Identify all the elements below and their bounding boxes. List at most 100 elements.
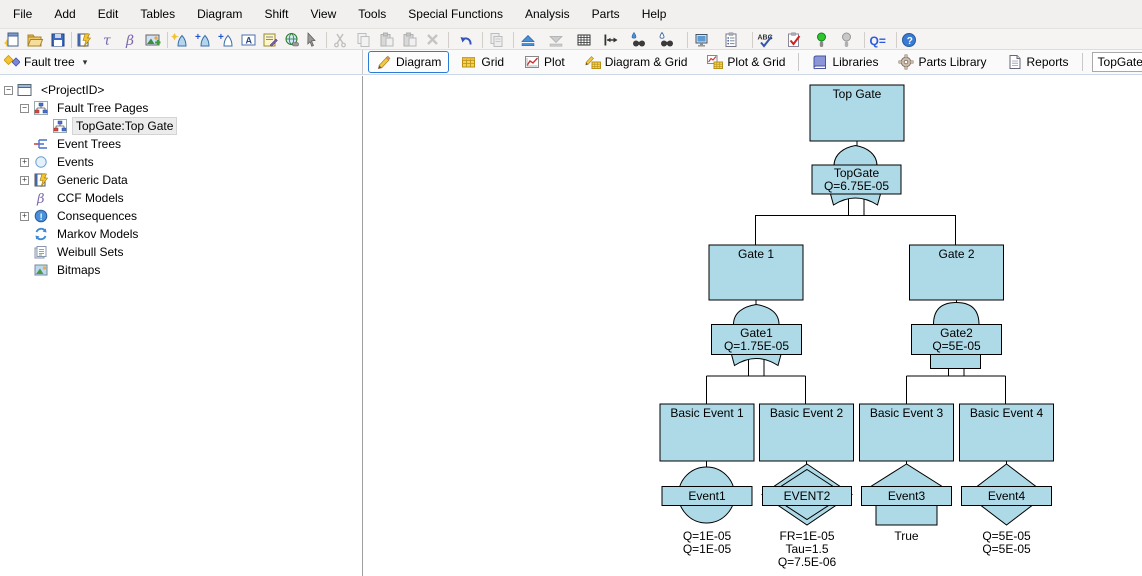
menu-special-functions[interactable]: Special Functions [397,2,514,26]
label-gate1[interactable]: Gate1 Q=1.75E-05 [712,325,802,355]
label-event2[interactable]: EVENT2 [763,487,852,506]
image-icon[interactable] [146,35,161,45]
add-gate-below-icon[interactable]: + [195,32,209,46]
scope-label: Fault tree [24,55,75,69]
tree-item-ccf-models[interactable]: β CCF Models [0,189,362,207]
tree-item-label: Consequences [53,207,141,225]
node-basic-event1-box[interactable]: Basic Event 1 [660,404,754,461]
q-equals-icon[interactable]: Q= [870,34,886,48]
move-down-icon[interactable] [550,37,562,47]
find-event-icon[interactable] [660,33,673,47]
beta-icon[interactable]: β [125,33,134,49]
svg-text:?: ? [907,36,913,47]
page-selector-combo[interactable]: TopGate ▾ [1092,52,1142,72]
node-basic-event3-box[interactable]: Basic Event 3 [860,404,954,461]
tree-item-events[interactable]: + Events [0,153,362,171]
open-icon[interactable] [28,35,43,46]
annotation-icon[interactable] [264,34,278,47]
label-event4[interactable]: Event4 [962,487,1052,506]
find-gate-icon[interactable] [632,33,645,47]
analysis-running-icon[interactable] [818,33,826,47]
fit-page-icon[interactable] [605,35,618,46]
menu-help[interactable]: Help [631,2,678,26]
svg-text:Event1: Event1 [688,489,726,503]
menu-parts[interactable]: Parts [581,2,631,26]
event4-params: Q=5E-05 Q=5E-05 [982,529,1031,556]
analysis-stopped-icon[interactable] [843,33,851,47]
svg-text:Q=6.75E-05: Q=6.75E-05 [824,179,889,193]
tab-diagram-and-grid[interactable]: Diagram & Grid [577,51,696,73]
save-icon[interactable] [52,34,64,46]
menu-tables[interactable]: Tables [129,2,186,26]
verify-icon[interactable] [789,33,800,47]
menu-diagram[interactable]: Diagram [186,2,253,26]
tree-item-markov-models[interactable]: Markov Models [0,225,362,243]
view-bar: Fault tree ▾ Diagram Grid [0,50,1142,75]
tab-grid[interactable]: Grid [453,51,512,73]
help-icon[interactable]: ? [903,34,916,48]
tree-item-fault-tree-pages[interactable]: − Fault Tree Pages [0,99,362,117]
grid-icon[interactable] [578,35,590,45]
tab-plot-and-grid[interactable]: Plot & Grid [699,51,793,73]
collapse-icon[interactable]: − [20,104,29,113]
label-event1[interactable]: Event1 [662,487,752,506]
copy-page-icon[interactable] [491,34,502,47]
tab-plot[interactable]: Plot [516,51,573,73]
paste-special-icon[interactable] [404,33,416,46]
generic-data-icon [33,172,49,188]
new-icon[interactable] [4,33,18,47]
tree-item-topgate-page[interactable]: TopGate:Top Gate [0,117,362,135]
generic-data-editor-icon[interactable] [78,34,91,47]
tau-icon[interactable]: τ [103,33,111,49]
delete-icon[interactable] [428,35,437,44]
tree-item-bitmaps[interactable]: Bitmaps [0,261,362,279]
node-basic-event2-box[interactable]: Basic Event 2 [760,404,854,461]
expand-icon[interactable]: + [20,212,29,221]
node-gate1-box[interactable]: Gate 1 [709,245,803,300]
menu-edit[interactable]: Edit [87,2,130,26]
fault-tree-diagram-canvas[interactable]: Top Gate Gate 1 Gate 2 Basic Event 1 Bas… [363,76,1142,576]
tree-item-consequences[interactable]: + ! Consequences [0,207,362,225]
move-up-icon[interactable] [522,36,534,46]
report-options-icon[interactable] [726,33,736,47]
hyperlink-icon[interactable] [286,34,299,47]
add-event-below-icon[interactable]: + [218,32,232,46]
tree-item-project[interactable]: − <ProjectID> [0,81,362,99]
undo-icon[interactable] [461,37,471,45]
text-box-icon[interactable]: A [242,35,255,46]
paste-icon[interactable] [381,33,393,46]
svg-text:Gate 2: Gate 2 [938,247,974,261]
collapse-icon[interactable]: − [4,86,13,95]
node-gate2-box[interactable]: Gate 2 [910,245,1004,300]
add-gate-icon[interactable] [171,33,186,46]
expand-icon[interactable]: + [20,158,29,167]
svg-text:TopGate: TopGate [834,166,880,180]
menu-shift[interactable]: Shift [253,2,299,26]
consequences-icon: ! [33,208,49,224]
tree-item-event-trees[interactable]: Event Trees [0,135,362,153]
expand-icon[interactable]: + [20,176,29,185]
events-circle-icon [33,154,49,170]
menu-add[interactable]: Add [43,2,86,26]
cut-icon[interactable] [335,34,346,47]
node-basic-event4-box[interactable]: Basic Event 4 [960,404,1054,461]
menu-file[interactable]: File [2,2,43,26]
tree-item-weibull-sets[interactable]: Weibull Sets [0,243,362,261]
tab-reports[interactable]: Reports [999,51,1077,73]
tab-parts-library[interactable]: Parts Library [890,51,994,73]
copy-icon[interactable] [358,34,369,47]
spell-check-icon[interactable]: ABC [758,35,773,47]
menu-analysis[interactable]: Analysis [514,2,581,26]
label-topgate[interactable]: TopGate Q=6.75E-05 [812,165,901,194]
console-icon[interactable] [696,35,707,47]
node-top-gate-box[interactable]: Top Gate [810,85,904,141]
fault-tree-scope-selector[interactable]: Fault tree ▾ [0,50,363,74]
tab-libraries[interactable]: Libraries [804,51,886,73]
pointer-icon[interactable] [308,33,315,46]
label-gate2[interactable]: Gate2 Q=5E-05 [912,325,1002,355]
menu-tools[interactable]: Tools [347,2,397,26]
menu-view[interactable]: View [299,2,347,26]
tree-item-generic-data[interactable]: + Generic Data [0,171,362,189]
tab-diagram[interactable]: Diagram [368,51,449,73]
label-event3[interactable]: Event3 [862,487,952,506]
